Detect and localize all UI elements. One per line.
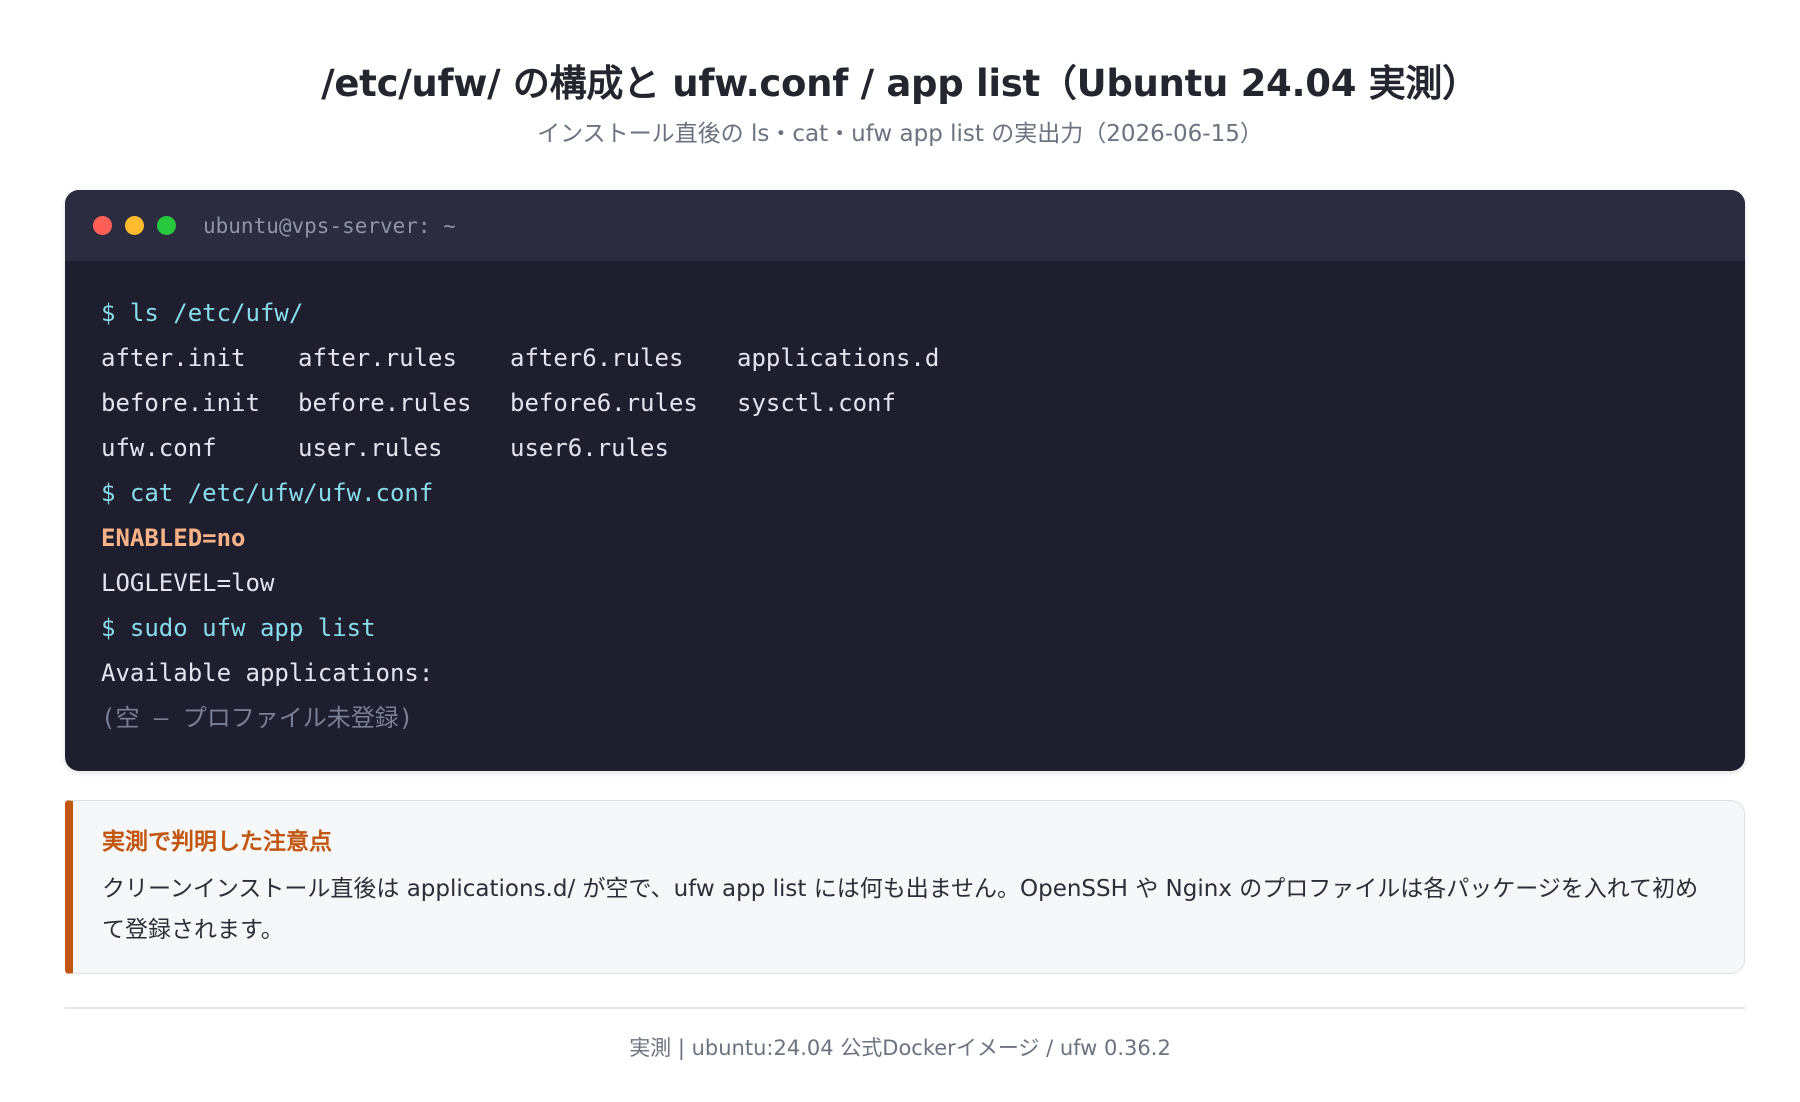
ls-entry: sysctl.conf [737, 389, 896, 417]
callout-body: クリーンインストール直後は applications.d/ が空で、ufw ap… [102, 876, 1699, 943]
command-line-ls: $ ls /etc/ufw/ [101, 299, 304, 327]
ls-output-row: after.init after.rules after6.rules appl… [101, 336, 1709, 381]
terminal-title: ubuntu@vps-server: ~ [203, 213, 456, 238]
footer-caption: 実測 | ubuntu:24.04 公式Dockerイメージ / ufw 0.3… [629, 1036, 1171, 1060]
ls-entry: after.init [101, 344, 246, 372]
page: /etc/ufw/ の構成と ufw.conf / app list（Ubunt… [0, 0, 1800, 1102]
app-list-empty: (空 — プロファイル未登録) [101, 704, 414, 732]
ls-entry: before.rules [298, 389, 472, 417]
page-subtitle: インストール直後の ls・cat・ufw app list の実出力（2026-… [537, 121, 1263, 147]
footer-divider [65, 1007, 1745, 1009]
ls-entry: user6.rules [510, 434, 669, 462]
conf-enabled-line: ENABLED=no [101, 524, 246, 552]
app-list-header: Available applications: [101, 659, 434, 687]
command-line-cat: $ cat /etc/ufw/ufw.conf [101, 479, 434, 507]
maximize-window-icon[interactable] [157, 216, 176, 235]
ls-output-row: ufw.conf user.rules user6.rules [101, 426, 1709, 471]
ls-entry: after6.rules [510, 344, 684, 372]
ls-entry: before.init [101, 389, 260, 417]
terminal-titlebar: ubuntu@vps-server: ~ [65, 190, 1745, 261]
command-line-app-list: $ sudo ufw app list [101, 614, 376, 642]
conf-loglevel-line: LOGLEVEL=low [101, 569, 275, 597]
terminal-window: ubuntu@vps-server: ~ $ ls /etc/ufw/ afte… [65, 190, 1745, 771]
ls-entry: before6.rules [510, 389, 698, 417]
ls-entry [737, 426, 997, 471]
callout-note: 実測で判明した注意点 クリーンインストール直後は applications.d/… [65, 800, 1745, 974]
terminal-output[interactable]: $ ls /etc/ufw/ after.init after.rules af… [65, 261, 1745, 741]
ls-entry: ufw.conf [101, 434, 217, 462]
callout-title: 実測で判明した注意点 [102, 829, 332, 855]
ls-entry: user.rules [298, 434, 443, 462]
ls-entry: after.rules [298, 344, 457, 372]
page-title: /etc/ufw/ の構成と ufw.conf / app list（Ubunt… [321, 62, 1479, 105]
close-window-icon[interactable] [93, 216, 112, 235]
ls-output-row: before.init before.rules before6.rules s… [101, 381, 1709, 426]
ls-entry: applications.d [737, 344, 940, 372]
minimize-window-icon[interactable] [125, 216, 144, 235]
